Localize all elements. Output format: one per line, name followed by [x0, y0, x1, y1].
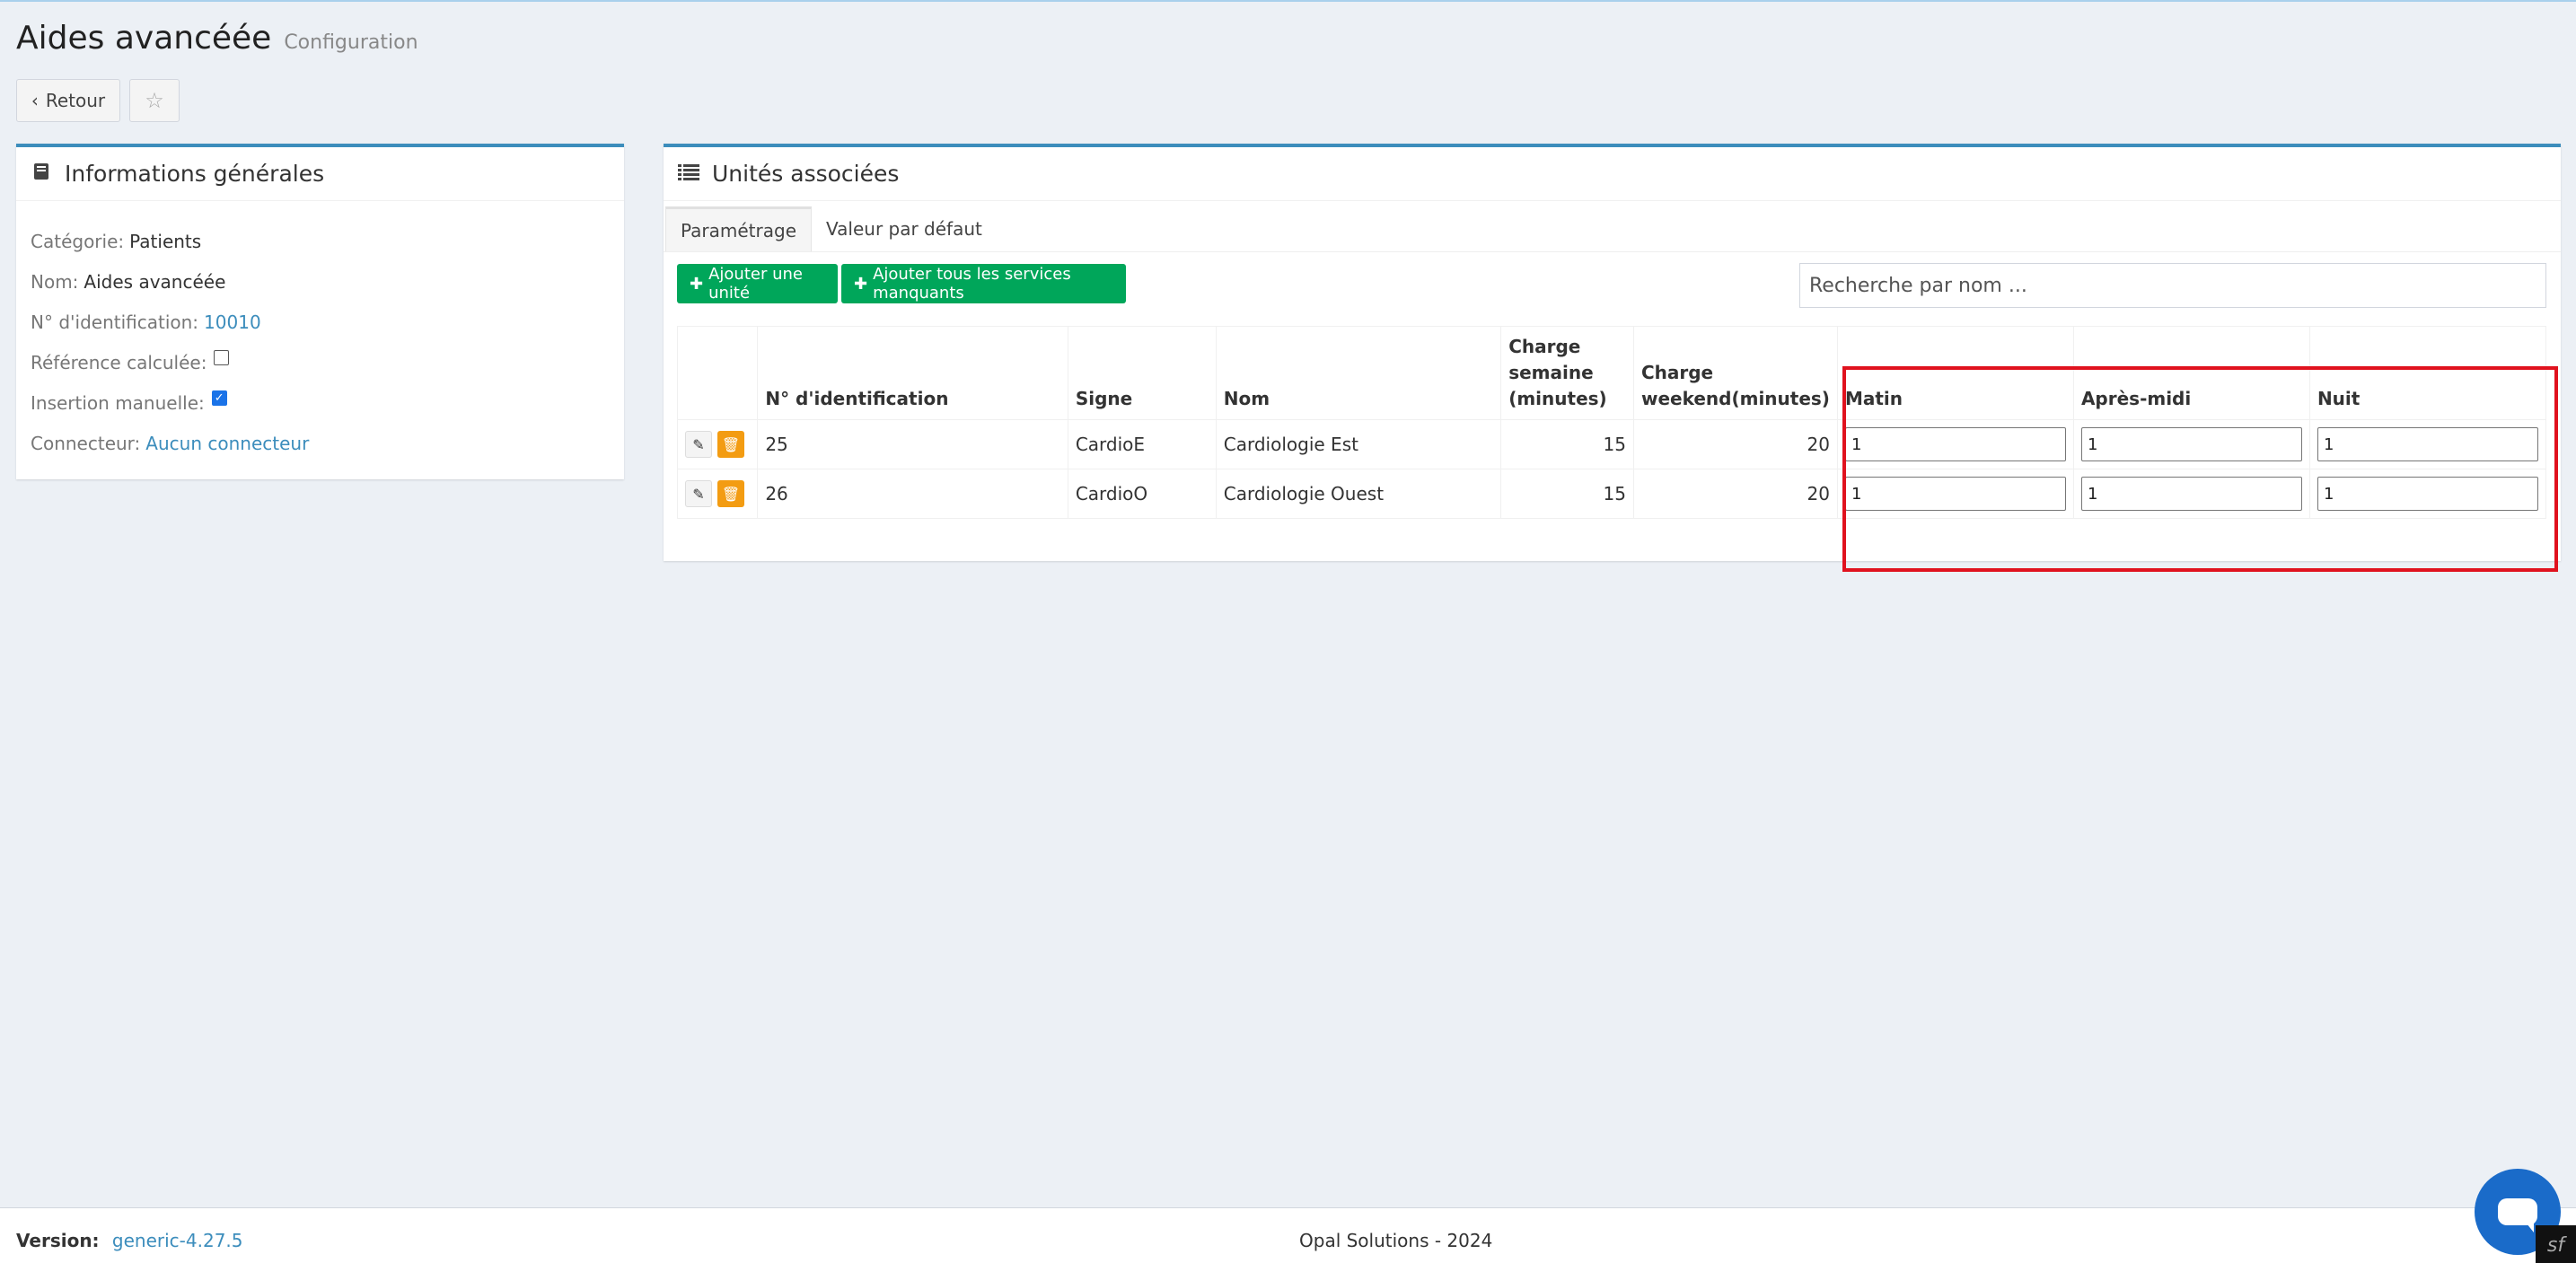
cell-week-charge: 15: [1500, 419, 1634, 469]
category-row: Catégorie: Patients: [31, 221, 610, 261]
connector-row: Connecteur: Aucun connecteur: [31, 423, 610, 463]
page-title: Aides avancéée: [16, 20, 272, 57]
category-value: Patients: [129, 230, 202, 252]
manual-row: Insertion manuelle: ✓: [31, 382, 610, 423]
highlight-box: [1842, 366, 2558, 572]
add-unit-button[interactable]: ✚ Ajouter une unité: [677, 264, 838, 303]
calc-ref-checkbox[interactable]: [214, 350, 230, 365]
cell-name: Cardiologie Ouest: [1215, 469, 1502, 519]
pencil-icon[interactable]: ✎: [685, 431, 712, 458]
chat-bubble-icon: [2498, 1198, 2537, 1232]
plus-icon: ✚: [690, 274, 704, 294]
id-row: N° d'identification: 10010: [31, 302, 610, 342]
name-label: Nom:: [31, 270, 79, 293]
col-name[interactable]: Nom: [1215, 326, 1502, 420]
book-icon: [29, 162, 54, 187]
row-actions: ✎ 🗑: [676, 469, 759, 519]
favorite-button[interactable]: ☆: [129, 79, 180, 122]
tab-parametrage[interactable]: Paramétrage: [665, 206, 813, 251]
add-all-label: Ajouter tous les services manquants: [873, 265, 1071, 303]
page-subtitle: Configuration: [284, 31, 418, 54]
cell-weekend-charge: 20: [1632, 419, 1838, 469]
name-row: Nom: Aides avancéée: [31, 261, 610, 302]
trash-icon[interactable]: 🗑: [717, 480, 744, 507]
calc-ref-row: Référence calculée:: [31, 342, 610, 382]
general-info-title: Informations générales: [65, 161, 325, 187]
connector-label: Connecteur:: [31, 432, 141, 454]
cell-sign: CardioO: [1067, 469, 1217, 519]
copyright: Opal Solutions - 2024: [1299, 1230, 1493, 1251]
add-all-services-button[interactable]: ✚ Ajouter tous les services manquants: [841, 264, 1126, 303]
version-link[interactable]: generic-4.27.5: [112, 1230, 243, 1251]
footer: Version: generic-4.27.5 Opal Solutions -…: [0, 1207, 2576, 1263]
units-title: Unités associées: [712, 161, 900, 187]
star-icon: ☆: [145, 88, 164, 113]
units-tabs: Paramétrage Valeur par défaut: [665, 206, 997, 251]
trash-icon[interactable]: 🗑: [717, 431, 744, 458]
cell-id: 25: [757, 419, 1068, 469]
cell-name: Cardiologie Est: [1215, 419, 1502, 469]
add-unit-label: Ajouter une unité: [708, 265, 803, 303]
pencil-icon[interactable]: ✎: [685, 480, 712, 507]
cell-week-charge: 15: [1500, 469, 1634, 519]
category-label: Catégorie:: [31, 230, 125, 252]
search-input[interactable]: [1799, 263, 2546, 308]
cell-id: 26: [757, 469, 1068, 519]
col-id[interactable]: N° d'identification: [757, 326, 1068, 420]
connector-link[interactable]: Aucun connecteur: [145, 433, 309, 454]
manual-label: Insertion manuelle:: [31, 391, 205, 414]
id-label: N° d'identification:: [31, 311, 199, 333]
col-weekend-charge[interactable]: Charge weekend(minutes): [1632, 326, 1838, 420]
general-info-panel: Informations générales Catégorie: Patien…: [16, 144, 624, 479]
version-info: Version: generic-4.27.5: [16, 1230, 243, 1251]
tab-valeur-defaut[interactable]: Valeur par défaut: [812, 206, 997, 251]
chevron-left-icon: ‹: [31, 90, 39, 111]
calc-ref-label: Référence calculée:: [31, 351, 207, 373]
plus-icon: ✚: [854, 274, 868, 294]
units-header: Unités associées: [664, 147, 2561, 201]
cell-sign: CardioE: [1067, 419, 1217, 469]
symfony-icon[interactable]: sf: [2536, 1225, 2576, 1263]
version-label: Version:: [16, 1230, 100, 1251]
row-actions: ✎ 🗑: [676, 419, 759, 469]
page-header: Aides avancéée Configuration: [16, 20, 418, 65]
name-value: Aides avancéée: [84, 270, 226, 293]
col-sign[interactable]: Signe: [1067, 326, 1217, 420]
toolbar: ‹ Retour ☆: [16, 79, 180, 122]
manual-checkbox[interactable]: ✓: [211, 390, 227, 406]
general-info-header: Informations générales: [16, 147, 624, 201]
back-label: Retour: [45, 90, 106, 111]
col-week-charge[interactable]: Charge semaine (minutes): [1500, 326, 1634, 420]
col-actions: [676, 326, 759, 420]
list-icon: [676, 162, 701, 187]
tabs-divider: [664, 251, 2561, 252]
cell-weekend-charge: 20: [1632, 469, 1838, 519]
back-button[interactable]: ‹ Retour: [16, 79, 120, 122]
id-link[interactable]: 10010: [204, 311, 261, 333]
